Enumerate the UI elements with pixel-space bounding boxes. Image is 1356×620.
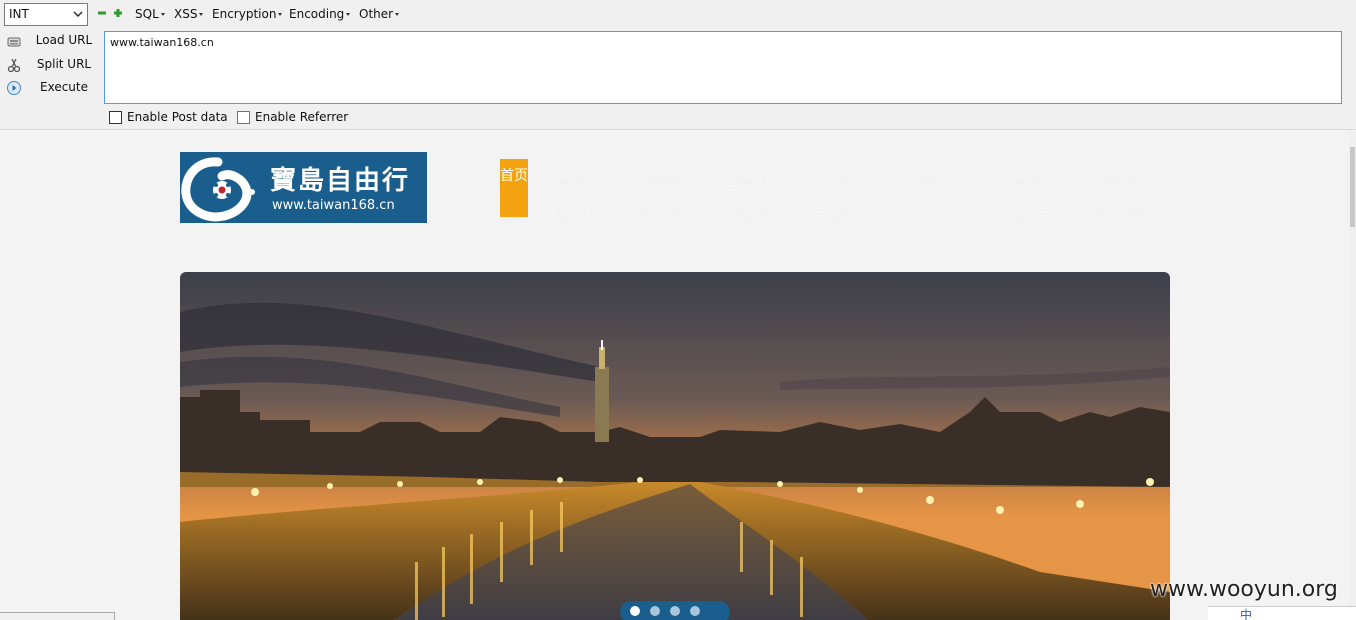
status-bar xyxy=(0,612,115,620)
carousel-dot[interactable] xyxy=(690,606,700,616)
carousel-dot[interactable] xyxy=(630,606,640,616)
taipei-night-river-photo xyxy=(180,272,1170,620)
play-icon xyxy=(7,81,21,95)
other-menu[interactable]: Other xyxy=(359,7,400,21)
other-menu-label: Other xyxy=(359,7,394,21)
logo-url-text: www.taiwan168.cn xyxy=(272,198,395,213)
enable-post-data-label: Enable Post data xyxy=(127,110,228,124)
nav-item[interactable]: 台湾购物 xyxy=(1076,171,1156,190)
url-textarea[interactable]: www.taiwan168.cn xyxy=(104,31,1342,104)
hero-banner-image xyxy=(180,272,1170,620)
encryption-menu-label: Encryption xyxy=(212,7,277,21)
nav-item[interactable]: 台湾美食 xyxy=(894,171,974,190)
plus-icon[interactable] xyxy=(114,9,122,17)
url-value: www.taiwan168.cn xyxy=(110,36,214,49)
carousel-indicators xyxy=(620,601,730,620)
split-url-label: Split URL xyxy=(36,57,92,71)
nav-item[interactable]: 特色项目 xyxy=(985,204,1065,223)
vertical-scrollbar[interactable] xyxy=(1349,131,1356,620)
carousel-dot[interactable] xyxy=(650,606,660,616)
load-url-label: Load URL xyxy=(35,33,93,47)
encoding-menu-label: Encoding xyxy=(289,7,345,21)
caret-down-icon xyxy=(278,13,283,16)
type-select-value: INT xyxy=(9,7,29,21)
nav-item[interactable]: 台湾攻略 xyxy=(712,204,792,223)
nav-item[interactable]: 网上购票 xyxy=(1076,204,1156,223)
execute-label: Execute xyxy=(40,80,88,94)
checkbox-box[interactable] xyxy=(237,111,250,124)
caret-down-icon xyxy=(346,13,351,16)
nav-item[interactable]: 台湾住宿 xyxy=(712,171,792,190)
hackbar-toolbar: INT SQL XSS Encryption Encoding Other Lo… xyxy=(0,0,1356,130)
xss-menu[interactable]: XSS xyxy=(174,7,204,21)
nav-item[interactable]: 赴台指南 xyxy=(621,204,701,223)
nav-home-tab[interactable]: 首页 xyxy=(500,159,528,217)
watermark-text: www.wooyun.org xyxy=(1150,577,1338,602)
caret-down-icon xyxy=(199,13,204,16)
page-viewport: 寶島自由行 www.taiwan168.cn 首页 台湾新闻 台湾景点 台湾住宿 台湾… xyxy=(0,131,1349,620)
encoding-menu[interactable]: Encoding xyxy=(289,7,351,21)
site-logo[interactable]: 寶島自由行 www.taiwan168.cn xyxy=(180,152,427,223)
logo-chinese-title: 寶島自由行 xyxy=(270,166,411,196)
sql-menu-label: SQL xyxy=(135,7,159,21)
split-url-button[interactable]: Split URL xyxy=(2,54,98,76)
nav-item[interactable]: 台湾出行 xyxy=(803,171,883,190)
ime-language-indicator[interactable]: 中 xyxy=(1240,606,1252,620)
sql-menu[interactable]: SQL xyxy=(135,7,165,21)
caret-down-icon xyxy=(395,13,400,16)
xss-menu-label: XSS xyxy=(174,7,198,21)
nav-item[interactable]: 台湾景点 xyxy=(621,171,701,190)
nav-item[interactable]: 台湾汇率 xyxy=(803,204,883,223)
load-url-button[interactable]: Load URL xyxy=(2,30,98,52)
nav-item[interactable]: 台湾手礼 xyxy=(985,171,1065,190)
enable-referrer-label: Enable Referrer xyxy=(255,110,349,124)
nav-item[interactable]: 台湾新闻 xyxy=(530,171,610,190)
chevron-down-icon xyxy=(73,11,83,17)
load-url-icon xyxy=(7,37,21,47)
caret-down-icon xyxy=(160,13,165,16)
scrollbar-thumb[interactable] xyxy=(1350,147,1355,227)
minus-icon[interactable] xyxy=(98,9,106,17)
execute-button[interactable]: Execute xyxy=(2,77,98,99)
checkbox-box[interactable] xyxy=(109,111,122,124)
ime-toolbar[interactable]: 中 xyxy=(1208,606,1356,620)
nav-item[interactable]: 便利通 xyxy=(894,204,974,223)
type-select[interactable]: INT xyxy=(4,3,88,26)
carousel-dot[interactable] xyxy=(670,606,680,616)
scissors-icon xyxy=(7,58,21,73)
encryption-menu[interactable]: Encryption xyxy=(212,7,283,21)
nav-item[interactable]: 台湾WIFI xyxy=(530,204,610,223)
